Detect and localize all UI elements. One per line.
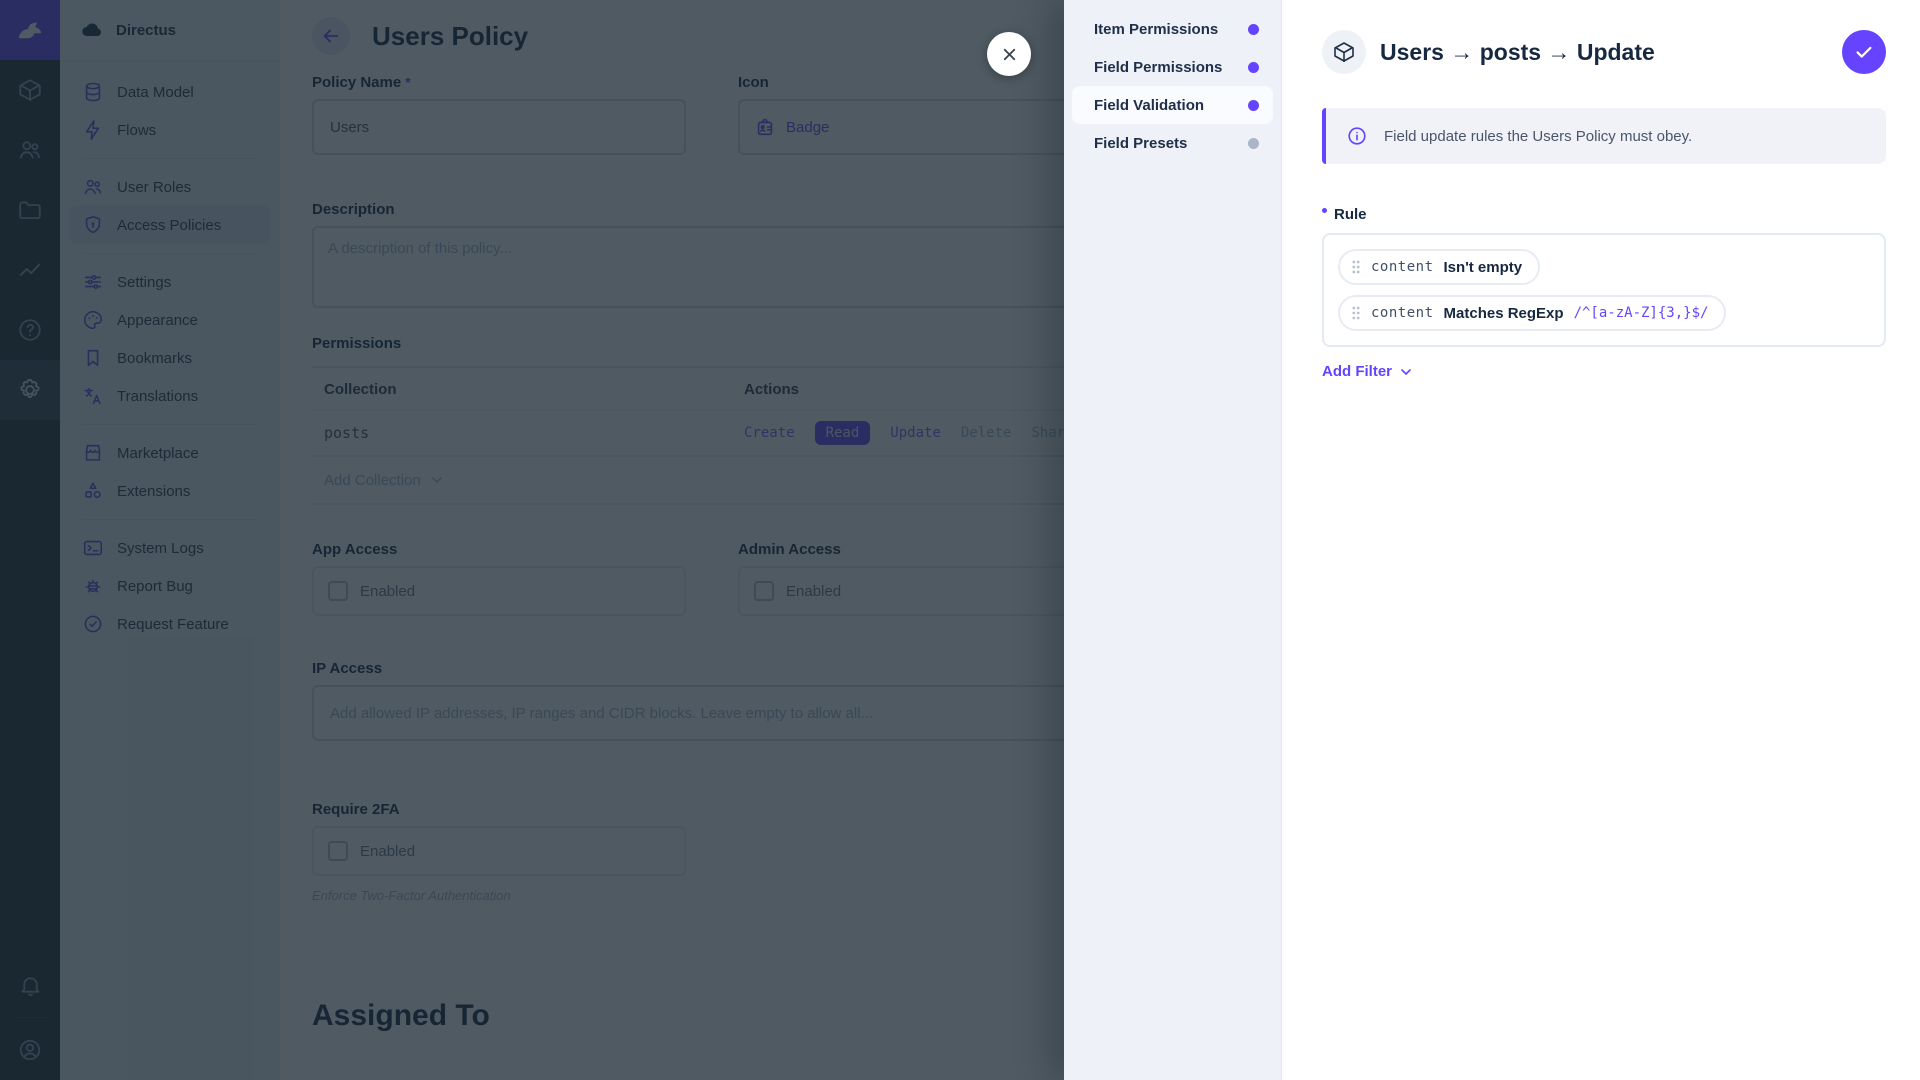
rule-label-row: Rule [1322,206,1886,223]
box-icon [1332,40,1356,64]
filter-rule[interactable]: content Matches RegExp /^[a-zA-Z]{3,}$/ [1338,295,1726,331]
add-filter-button[interactable]: Add Filter [1322,363,1414,380]
info-icon [1346,125,1368,147]
drawer-header: Users → posts → Update [1322,30,1886,74]
info-banner: Field update rules the Users Policy must… [1322,108,1886,164]
drawer-tab-field-presets[interactable]: Field Presets [1072,124,1273,162]
drawer-content: Users → posts → Update Field update rule… [1282,0,1920,1080]
chevron-down-icon [1398,364,1414,380]
required-dot [1322,208,1327,213]
filter-rule[interactable]: content Isn't empty [1338,249,1540,285]
drawer-tab-field-validation[interactable]: Field Validation [1072,86,1273,124]
save-button[interactable] [1842,30,1886,74]
status-dot [1248,100,1259,111]
drawer-tab-label: Field Presets [1094,135,1187,152]
filter-operator: Matches RegExp [1444,305,1564,322]
drag-handle-icon[interactable] [1351,259,1361,275]
drawer-tab-item-permissions[interactable]: Item Permissions [1072,10,1273,48]
drag-handle-icon[interactable] [1351,305,1361,321]
rules-box: content Isn't empty content Matches RegE… [1322,233,1886,347]
filter-operator: Isn't empty [1444,259,1523,276]
drawer-tab-field-permissions[interactable]: Field Permissions [1072,48,1273,86]
rule-label: Rule [1334,206,1367,223]
status-dot [1248,138,1259,149]
permission-drawer: Item Permissions Field Permissions Field… [1064,0,1920,1080]
drawer-tab-label: Item Permissions [1094,21,1218,38]
filter-value: /^[a-zA-Z]{3,}$/ [1574,305,1709,321]
status-dot [1248,24,1259,35]
info-banner-text: Field update rules the Users Policy must… [1384,128,1692,145]
add-filter-label: Add Filter [1322,363,1392,380]
filter-field: content [1371,305,1434,321]
close-icon [1000,45,1019,64]
drawer-nav: Item Permissions Field Permissions Field… [1064,0,1282,1080]
status-dot [1248,62,1259,73]
drawer-title: Users → posts → Update [1380,39,1828,66]
drawer-tab-label: Field Permissions [1094,59,1222,76]
drawer-header-avatar [1322,30,1366,74]
check-icon [1853,41,1875,63]
filter-field: content [1371,259,1434,275]
drawer-close-button[interactable] [987,32,1031,76]
drawer-tab-label: Field Validation [1094,97,1204,114]
